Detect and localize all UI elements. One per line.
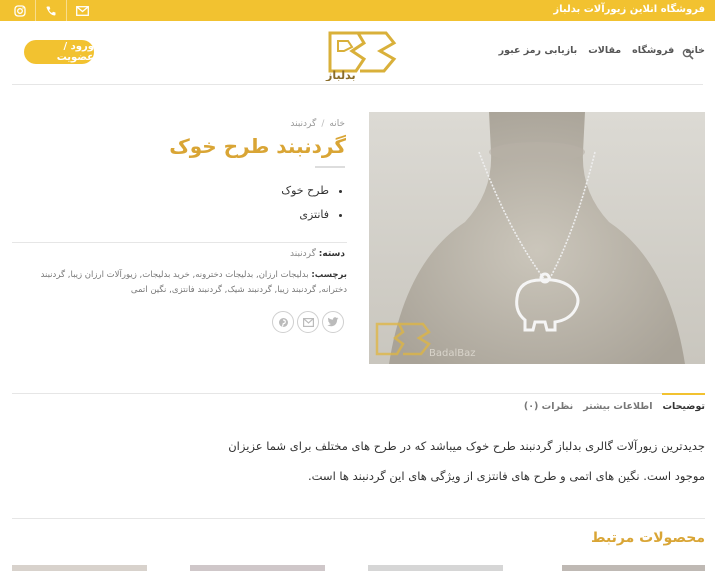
- related-divider: [12, 518, 705, 519]
- related-product-thumb[interactable]: [190, 565, 325, 571]
- header-divider: [12, 84, 703, 85]
- product-features: طرح خوک فانتزی: [281, 184, 345, 232]
- description-line: جدیدترین زیورآلات گالری بدلباز گردنبند ط…: [228, 439, 705, 453]
- category-label: دسته:: [318, 249, 345, 259]
- meta-divider: [12, 242, 347, 243]
- site-logo[interactable]: بدلباز: [324, 27, 400, 82]
- product-image[interactable]: BadalBaz: [369, 112, 705, 364]
- tab-description[interactable]: توضیحات: [662, 393, 705, 412]
- product-title: گردنبند طرح خوک: [169, 134, 346, 158]
- topbar-icons: [5, 0, 97, 21]
- breadcrumb-category[interactable]: گردنبند: [290, 119, 316, 129]
- main-nav: خانه فروشگاه مقالات بازیابی رمز عبور: [488, 45, 705, 56]
- description-line: موجود است. نگین های اتمی و طرح های فانتز…: [307, 469, 705, 483]
- tab-reviews[interactable]: نظرات (۰): [524, 393, 573, 412]
- title-underline: [315, 166, 345, 168]
- phone-icon[interactable]: [36, 0, 66, 21]
- related-product-thumb[interactable]: [368, 565, 503, 571]
- tags-list[interactable]: بدلیجات ارزان, بدلیجات دخترونه, خرید بدل…: [41, 270, 347, 295]
- instagram-icon[interactable]: [5, 0, 35, 21]
- product-category: دسته: گردنبند: [290, 249, 345, 259]
- breadcrumb: خانه / گردنبند: [290, 119, 345, 129]
- product-tags: برچسب: بدلیجات ارزان, بدلیجات دخترونه, خ…: [12, 268, 347, 298]
- nav-item-shop[interactable]: فروشگاه: [632, 45, 674, 56]
- login-register-button[interactable]: ورود / عضویت: [24, 40, 94, 64]
- product-description: جدیدترین زیورآلات گالری بدلباز گردنبند ط…: [12, 431, 705, 491]
- nav-item-password-recovery[interactable]: بازیابی رمز عبور: [499, 45, 578, 56]
- site-header: خانه فروشگاه مقالات بازیابی رمز عبور بدل…: [0, 21, 715, 85]
- site-title: فروشگاه انلاین زیورآلات بدلباز: [553, 4, 705, 15]
- email-share-icon[interactable]: [297, 311, 319, 333]
- twitter-icon[interactable]: [322, 311, 344, 333]
- tags-label: برچسب:: [311, 270, 347, 280]
- svg-text:بدلباز: بدلباز: [325, 69, 356, 81]
- related-product-thumb[interactable]: [562, 565, 705, 571]
- svg-text:BadalBaz: BadalBaz: [429, 348, 475, 359]
- feature-item: طرح خوک: [281, 184, 329, 197]
- breadcrumb-separator: /: [321, 119, 325, 129]
- category-link[interactable]: گردنبند: [290, 249, 316, 259]
- breadcrumb-home[interactable]: خانه: [329, 119, 345, 129]
- top-bar: فروشگاه انلاین زیورآلات بدلباز: [0, 0, 715, 21]
- related-product-thumb[interactable]: [12, 565, 147, 571]
- product-tabs: توضیحات اطلاعات بیشتر نظرات (۰): [514, 393, 705, 412]
- tab-more-info[interactable]: اطلاعات بیشتر: [583, 393, 652, 412]
- related-products-title: محصولات مرتبط: [590, 530, 705, 546]
- mail-icon[interactable]: [67, 0, 97, 21]
- share-buttons: [272, 311, 344, 333]
- search-icon[interactable]: [682, 45, 694, 64]
- pinterest-icon[interactable]: [272, 311, 294, 333]
- feature-item: فانتزی: [281, 208, 329, 221]
- nav-item-articles[interactable]: مقالات: [588, 45, 621, 56]
